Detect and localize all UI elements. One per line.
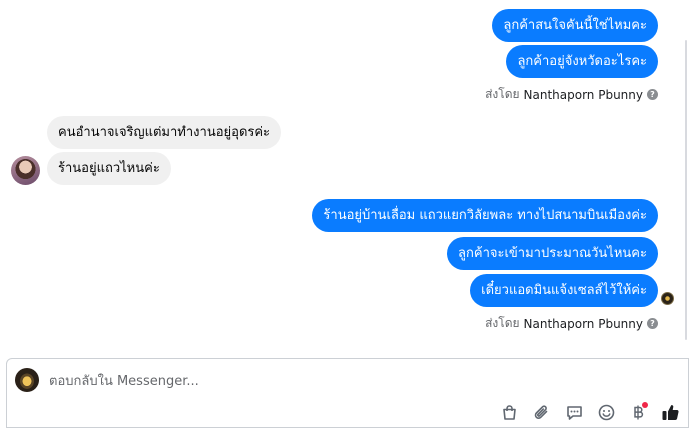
message-outgoing: ลูกค้าจะเข้ามาประมาณวันไหนคะ [447, 237, 658, 270]
seen-avatar [661, 292, 674, 305]
sent-by-prefix: ส่งโดย [485, 316, 520, 330]
message-outgoing: ลูกค้าสนใจคันนี้ใช่ไหมคะ [492, 9, 658, 42]
message-outgoing: ลูกค้าอยู่จังหวัดอะไรคะ [506, 45, 658, 78]
sent-by-label: ส่งโดย Nanthaporn Pbunny ? [485, 314, 658, 333]
help-icon[interactable]: ? [647, 318, 658, 329]
customer-avatar[interactable] [11, 156, 40, 185]
message-thread: ลูกค้าสนใจคันนี้ใช่ไหมคะ ลูกค้าอยู่จังหว… [0, 0, 689, 356]
like-icon[interactable] [660, 402, 680, 422]
sent-by-label: ส่งโดย Nanthaporn Pbunny ? [485, 85, 658, 104]
sent-by-name[interactable]: Nanthaporn Pbunny [524, 88, 643, 102]
emoji-icon[interactable] [596, 402, 616, 422]
reply-input[interactable] [49, 372, 449, 390]
reply-composer [6, 358, 689, 428]
sent-by-prefix: ส่งโดย [485, 87, 520, 101]
paperclip-icon[interactable] [531, 402, 551, 422]
scrollbar[interactable] [685, 40, 687, 340]
sent-by-name[interactable]: Nanthaporn Pbunny [524, 317, 643, 331]
message-incoming: ร้านอยู่แถวไหนค่ะ [47, 152, 171, 185]
page-avatar [15, 368, 39, 392]
notification-dot [642, 402, 648, 408]
message-outgoing: ร้านอยู่บ้านเลื่อม แถวแยกวิลัยพละ ทางไปส… [312, 199, 658, 232]
saved-reply-icon[interactable] [564, 402, 584, 422]
message-outgoing: เดี๋ยวแอดมินแจ้งเซลส์ไว้ให้ค่ะ [470, 274, 658, 307]
shopping-bag-icon[interactable] [499, 402, 519, 422]
baht-payment-icon[interactable] [628, 402, 648, 422]
message-incoming: คนอำนาจเจริญแต่มาทำงานอยู่อุดรค่ะ [47, 116, 282, 149]
help-icon[interactable]: ? [647, 89, 658, 100]
